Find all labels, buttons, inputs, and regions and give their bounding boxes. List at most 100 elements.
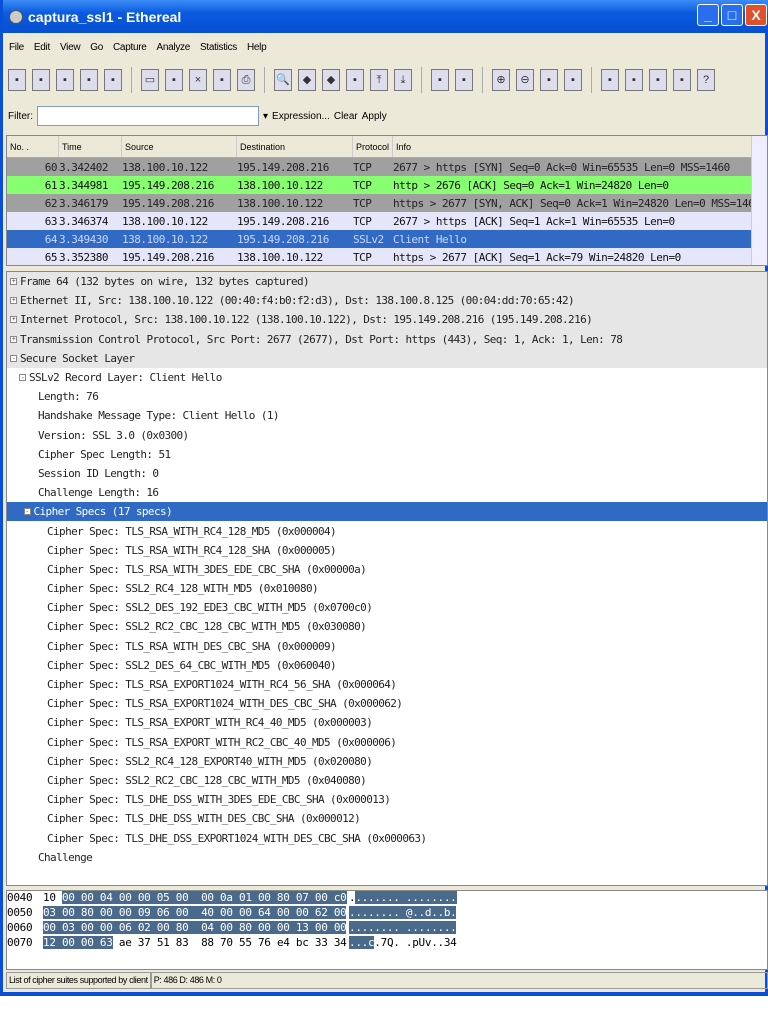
packet-row[interactable]: 60 3.342402 138.100.10.122 195.149.208.216 T… [7,158,767,176]
print-icon[interactable]: ⎙ [237,69,255,91]
menu-help[interactable]: Help [247,42,267,53]
packet-row[interactable]: 63 3.346374 138.100.10.122 195.149.208.216 T… [7,212,767,230]
find-icon[interactable]: 🔍 [274,69,292,91]
forward-icon[interactable]: ◆ [322,69,340,91]
menu-file[interactable]: File [9,42,24,53]
detail-row[interactable]: Cipher Spec: TLS_RSA_EXPORT1024_WITH_RC4… [7,675,767,694]
detail-row[interactable]: Cipher Spec: TLS_DHE_DSS_WITH_DES_CBC_SH… [7,809,767,828]
display-filters-icon[interactable]: ▪ [625,69,643,91]
detail-row[interactable]: - SSLv2 Record Layer: Client Hello [7,368,767,387]
first-icon[interactable]: ⤒ [370,69,388,91]
packet-row[interactable]: 61 3.344981 195.149.208.216 138.100.10.122 T… [7,176,767,194]
detail-row[interactable]: Cipher Spec: TLS_RSA_WITH_DES_CBC_SHA (0… [7,637,767,656]
menu-go[interactable]: Go [90,42,103,53]
column-header-4[interactable]: Protocol [353,136,393,157]
detail-row[interactable]: Cipher Spec: TLS_RSA_EXPORT_WITH_RC2_CBC… [7,733,767,752]
restart-icon[interactable]: ▪ [104,69,122,91]
column-header-3[interactable]: Destination [237,136,353,157]
hex-row[interactable]: 0040 10 00 00 04 00 00 05 00 00 0a 01 00 … [7,891,767,906]
close-icon[interactable]: × [189,69,207,91]
packet-row[interactable]: 64 3.349430 138.100.10.122 195.149.208.216 S… [7,230,767,248]
collapse-icon[interactable]: - [19,374,26,382]
detail-row[interactable]: + Frame 64 (132 bytes on wire, 132 bytes … [7,272,767,292]
collapse-icon[interactable]: - [10,354,17,362]
filter-dropdown-icon[interactable]: ▾ [263,111,268,122]
menu-analyze[interactable]: Analyze [157,42,191,53]
detail-row[interactable]: Handshake Message Type: Client Hello (1) [7,406,767,425]
detail-row[interactable]: Length: 76 [7,387,767,406]
interfaces-icon[interactable]: ▪ [8,69,26,91]
help-icon[interactable]: ? [697,69,715,91]
close-button[interactable]: X [745,4,767,26]
column-header-0[interactable]: No. . [7,136,59,157]
autoscroll-icon[interactable]: ▪ [455,69,473,91]
expand-icon[interactable]: + [10,316,17,324]
detail-row[interactable]: Challenge [7,848,767,867]
packet-list-scrollbar[interactable] [751,136,767,265]
reload-icon[interactable]: ▪ [213,69,231,91]
capture-filters-icon[interactable]: ▪ [601,69,619,91]
options-icon[interactable]: ▪ [32,69,50,91]
hex-row[interactable]: 0060 00 03 00 00 06 02 00 80 04 00 80 00 … [7,921,767,936]
open-icon[interactable]: ▭ [141,69,159,91]
detail-row[interactable]: Cipher Spec: TLS_RSA_WITH_RC4_128_MD5 (0… [7,521,767,540]
clear-button[interactable]: Clear [334,111,358,122]
last-icon[interactable]: ⤓ [394,69,412,91]
colorize-icon[interactable]: ▪ [431,69,449,91]
detail-row[interactable]: Version: SSL 3.0 (0x0300) [7,426,767,445]
detail-row[interactable]: Session ID Length: 0 [7,464,767,483]
detail-row[interactable]: Cipher Spec: TLS_DHE_DSS_EXPORT1024_WITH… [7,828,767,847]
menu-statistics[interactable]: Statistics [200,42,237,53]
detail-row[interactable]: Cipher Spec: SSL2_DES_64_CBC_WITH_MD5 (0… [7,656,767,675]
detail-row[interactable]: Cipher Spec: TLS_RSA_EXPORT_WITH_RC4_40_… [7,713,767,732]
zoom-out-icon[interactable]: ⊖ [516,69,534,91]
menu-view[interactable]: View [60,42,81,53]
zoom-normal-icon[interactable]: ▪ [540,69,558,91]
packet-row[interactable]: 65 3.352380 195.149.208.216 138.100.10.122 T… [7,248,767,265]
column-header-1[interactable]: Time [59,136,122,157]
apply-button[interactable]: Apply [362,111,387,122]
detail-row[interactable]: - Secure Socket Layer [7,348,767,368]
detail-row[interactable]: - Cipher Specs (17 specs) [7,502,767,522]
stop-icon[interactable]: ▪ [80,69,98,91]
maximize-button[interactable]: □ [721,4,743,26]
expand-icon[interactable]: + [10,335,17,343]
preferences-icon[interactable]: ▪ [673,69,691,91]
detail-row[interactable]: Cipher Spec: SSL2_RC2_CBC_128_CBC_WITH_M… [7,617,767,636]
detail-row[interactable]: Cipher Spec: SSL2_DES_192_EDE3_CBC_WITH_… [7,598,767,617]
filter-input[interactable] [37,106,259,126]
column-header-5[interactable]: Info [393,136,767,157]
detail-row[interactable]: Cipher Spec: TLS_RSA_WITH_RC4_128_SHA (0… [7,541,767,560]
menu-edit[interactable]: Edit [34,42,50,53]
goto-icon[interactable]: ▪ [346,69,364,91]
zoom-in-icon[interactable]: ⊕ [492,69,510,91]
collapse-icon[interactable]: - [23,508,31,516]
detail-row[interactable]: Cipher Spec: SSL2_RC4_128_EXPORT40_WITH_… [7,752,767,771]
expression-button[interactable]: Expression... [272,111,330,122]
packet-info: https > 2677 [SYN, ACK] Seq=0 Ack=1 Win=… [393,196,761,210]
detail-row[interactable]: Cipher Spec: TLS_DHE_DSS_WITH_3DES_EDE_C… [7,790,767,809]
column-header-2[interactable]: Source [122,136,237,157]
menu-capture[interactable]: Capture [113,42,147,53]
expand-icon[interactable]: + [10,297,17,305]
detail-row[interactable]: + Ethernet II, Src: 138.100.10.122 (00:40… [7,291,767,311]
detail-row[interactable]: Cipher Spec: TLS_RSA_EXPORT1024_WITH_DES… [7,694,767,713]
packet-row[interactable]: 62 3.346179 195.149.208.216 138.100.10.122 T… [7,194,767,212]
save-icon[interactable]: ▪ [165,69,183,91]
detail-row[interactable]: + Transmission Control Protocol, Src Port… [7,329,767,349]
detail-row[interactable]: Challenge Length: 16 [7,483,767,502]
filter-bar: Filter: ▾ Expression... Clear Apply [6,103,387,129]
minimize-button[interactable]: _ [697,4,719,26]
hex-row[interactable]: 0050 03 00 80 00 00 09 06 00 40 00 00 64 … [7,906,767,921]
start-icon[interactable]: ▪ [56,69,74,91]
expand-icon[interactable]: + [10,278,17,286]
detail-row[interactable]: Cipher Spec: TLS_RSA_WITH_3DES_EDE_CBC_S… [7,560,767,579]
back-icon[interactable]: ◆ [298,69,316,91]
resize-icon[interactable]: ▪ [564,69,582,91]
hex-row[interactable]: 0070 12 00 00 63 ae 37 51 83 88 70 55 76 … [7,936,767,951]
detail-row[interactable]: Cipher Spec Length: 51 [7,445,767,464]
coloring-rules-icon[interactable]: ▪ [649,69,667,91]
detail-row[interactable]: Cipher Spec: SSL2_RC4_128_WITH_MD5 (0x01… [7,579,767,598]
detail-row[interactable]: + Internet Protocol, Src: 138.100.10.122 … [7,310,767,330]
detail-row[interactable]: Cipher Spec: SSL2_RC2_CBC_128_CBC_WITH_M… [7,771,767,790]
